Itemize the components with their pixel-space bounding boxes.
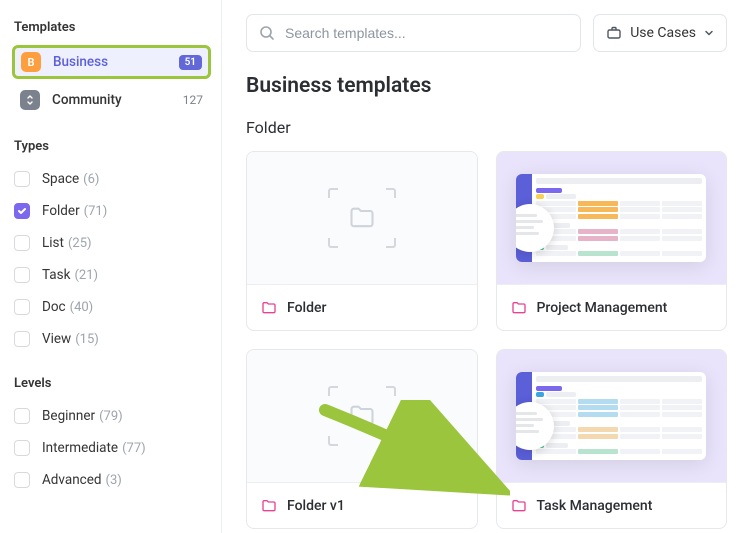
filter-label: Folder bbox=[42, 203, 80, 219]
filter-doc[interactable]: Doc (40) bbox=[12, 292, 211, 322]
filter-count: (21) bbox=[74, 268, 98, 283]
card-footer: Folder v1 bbox=[247, 482, 477, 528]
checkbox[interactable] bbox=[14, 171, 30, 187]
folder-icon bbox=[261, 300, 277, 316]
usecases-button[interactable]: Use Cases bbox=[593, 14, 727, 52]
filter-task[interactable]: Task (21) bbox=[12, 260, 211, 290]
template-card-folder-v1[interactable]: Folder v1 bbox=[246, 349, 478, 529]
card-footer: Folder bbox=[247, 284, 477, 330]
section-title-templates: Templates bbox=[14, 20, 211, 35]
filter-beginner[interactable]: Beginner (79) bbox=[12, 401, 211, 431]
filter-space[interactable]: Space (6) bbox=[12, 164, 211, 194]
filter-list[interactable]: List (25) bbox=[12, 228, 211, 258]
count-badge: 51 bbox=[179, 55, 202, 70]
mock-app-preview bbox=[516, 174, 706, 262]
avatar-business: B bbox=[21, 52, 41, 72]
folder-placeholder-icon bbox=[328, 386, 396, 446]
card-title: Folder bbox=[287, 300, 326, 316]
checkbox[interactable] bbox=[14, 203, 30, 219]
template-card-project-management[interactable]: Project Management bbox=[496, 151, 728, 331]
folder-icon bbox=[511, 300, 527, 316]
card-preview bbox=[497, 152, 727, 284]
card-title: Folder v1 bbox=[287, 498, 345, 514]
card-preview bbox=[247, 350, 477, 482]
count: 127 bbox=[183, 93, 203, 107]
card-preview bbox=[497, 350, 727, 482]
filter-count: (77) bbox=[122, 441, 146, 456]
filter-intermediate[interactable]: Intermediate (77) bbox=[12, 433, 211, 463]
topbar: Use Cases bbox=[246, 14, 727, 52]
mock-app-preview bbox=[516, 372, 706, 460]
filter-count: (25) bbox=[68, 236, 92, 251]
folder-icon bbox=[261, 498, 277, 514]
card-grid: Folder bbox=[246, 151, 727, 529]
filter-label: Advanced bbox=[42, 472, 102, 488]
main-content: Use Cases Business templates Folder Fold… bbox=[222, 0, 745, 533]
section-title-levels: Levels bbox=[14, 376, 211, 391]
filter-count: (40) bbox=[70, 300, 94, 315]
sidebar-item-community[interactable]: Community 127 bbox=[12, 83, 211, 117]
filter-count: (6) bbox=[83, 172, 99, 187]
group-title: Folder bbox=[246, 118, 727, 137]
filter-view[interactable]: View (15) bbox=[12, 324, 211, 354]
filter-label: View bbox=[42, 331, 71, 347]
checkbox[interactable] bbox=[14, 408, 30, 424]
filter-count: (15) bbox=[75, 332, 99, 347]
sidebar: Templates B Business 51 Community 127 Ty… bbox=[0, 0, 222, 533]
briefcase-icon bbox=[606, 25, 622, 41]
card-footer: Project Management bbox=[497, 284, 727, 330]
filter-label: Doc bbox=[42, 299, 66, 315]
page-title: Business templates bbox=[246, 74, 727, 98]
folder-icon bbox=[511, 498, 527, 514]
sidebar-item-business[interactable]: B Business 51 bbox=[12, 45, 211, 79]
search-input[interactable] bbox=[285, 25, 568, 41]
sidebar-item-label: Community bbox=[52, 92, 179, 108]
checkbox[interactable] bbox=[14, 299, 30, 315]
checkbox[interactable] bbox=[14, 331, 30, 347]
checkbox[interactable] bbox=[14, 235, 30, 251]
filter-advanced[interactable]: Advanced (3) bbox=[12, 465, 211, 495]
search-icon bbox=[259, 25, 275, 41]
template-card-task-management[interactable]: Task Management bbox=[496, 349, 728, 529]
filter-label: List bbox=[42, 235, 64, 251]
chevron-down-icon bbox=[704, 28, 714, 38]
checkbox[interactable] bbox=[14, 440, 30, 456]
filter-label: Task bbox=[42, 267, 70, 283]
sort-icon bbox=[20, 90, 40, 110]
sidebar-item-label: Business bbox=[53, 54, 179, 70]
filter-count: (71) bbox=[84, 204, 108, 219]
card-preview bbox=[247, 152, 477, 284]
card-title: Task Management bbox=[537, 498, 653, 514]
section-title-types: Types bbox=[14, 139, 211, 154]
checkbox[interactable] bbox=[14, 472, 30, 488]
filter-count: (3) bbox=[106, 473, 122, 488]
usecases-label: Use Cases bbox=[630, 25, 696, 41]
checkbox[interactable] bbox=[14, 267, 30, 283]
filter-folder[interactable]: Folder (71) bbox=[12, 196, 211, 226]
filter-label: Beginner bbox=[42, 408, 95, 424]
filter-label: Intermediate bbox=[42, 440, 118, 456]
search-box[interactable] bbox=[246, 14, 581, 52]
card-footer: Task Management bbox=[497, 482, 727, 528]
filter-count: (79) bbox=[99, 409, 123, 424]
filter-label: Space bbox=[42, 171, 79, 187]
card-title: Project Management bbox=[537, 300, 668, 316]
template-card-folder[interactable]: Folder bbox=[246, 151, 478, 331]
folder-placeholder-icon bbox=[328, 188, 396, 248]
